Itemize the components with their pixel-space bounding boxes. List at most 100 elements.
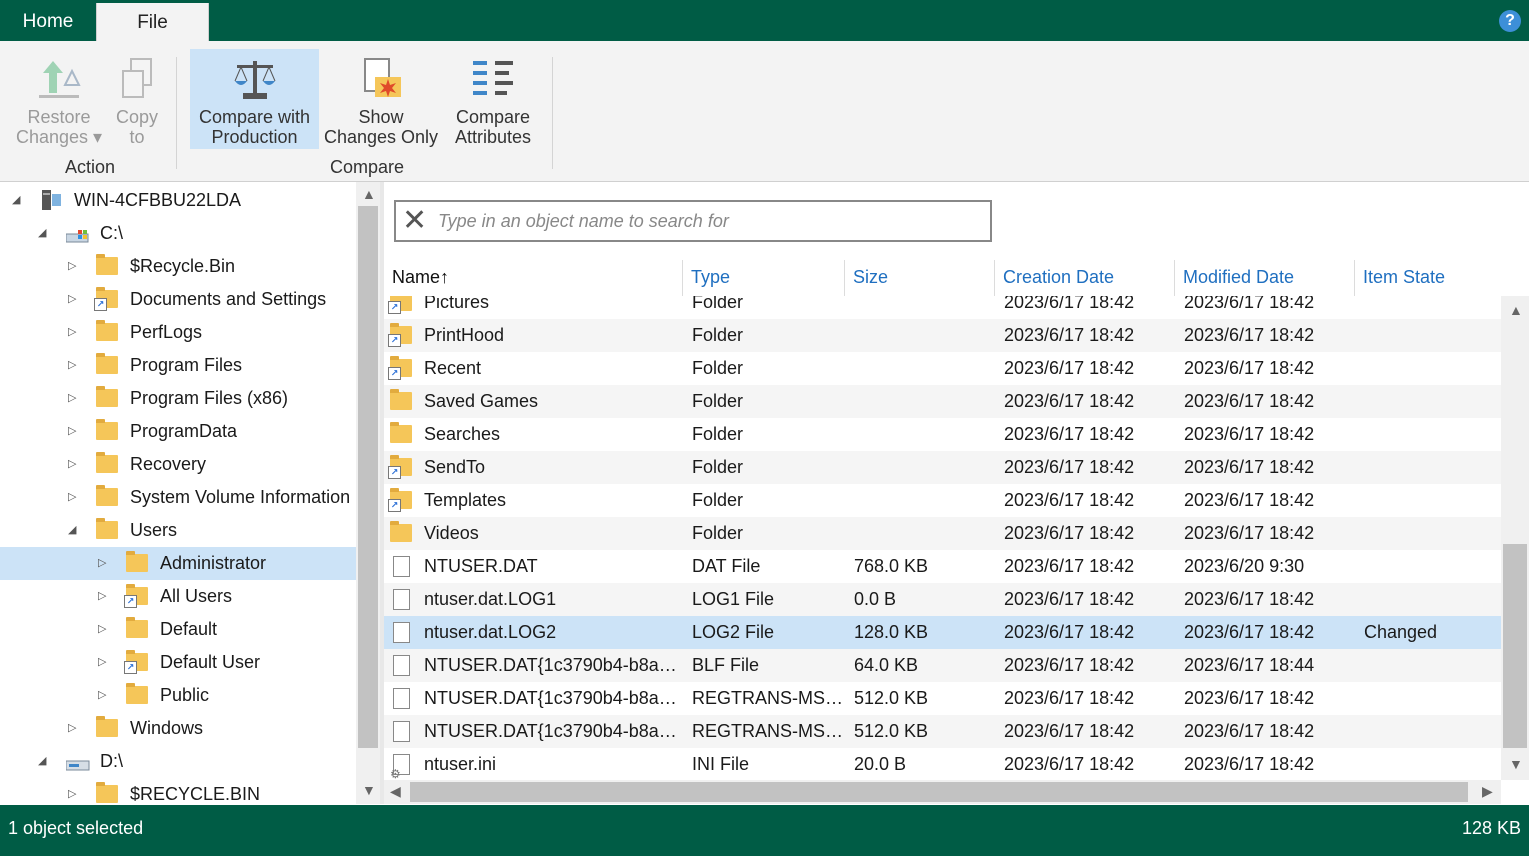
column-name[interactable]: Name↑ bbox=[384, 260, 682, 296]
expand-arrow-icon[interactable]: ▷ bbox=[68, 316, 80, 349]
list-hscroll-thumb[interactable] bbox=[410, 782, 1468, 802]
table-row[interactable]: Videos Folder 2023/6/17 18:42 2023/6/17 18:… bbox=[384, 517, 1501, 550]
cell-modified-date: 2023/6/17 18:42 bbox=[1184, 523, 1315, 543]
cell-creation-date: 2023/6/17 18:42 bbox=[1004, 589, 1135, 609]
expand-arrow-icon[interactable]: ▷ bbox=[68, 283, 80, 316]
scroll-down-icon[interactable]: ▼ bbox=[362, 782, 376, 798]
compare-with-production-button[interactable]: Compare with Production bbox=[190, 49, 319, 149]
table-row[interactable]: NTUSER.DAT{1c3790b4-b8ad-... REGTRANS-MS … bbox=[384, 715, 1501, 748]
cell-creation-date: 2023/6/17 18:42 bbox=[1004, 391, 1135, 411]
expand-arrow-icon[interactable]: ▷ bbox=[98, 679, 110, 712]
tree-item[interactable]: ▷ Program Files bbox=[0, 349, 356, 382]
expand-arrow-icon[interactable]: ▷ bbox=[68, 349, 80, 382]
expand-arrow-icon[interactable]: ▷ bbox=[68, 481, 80, 514]
show-changes-only-button[interactable]: Show Changes Only bbox=[321, 49, 441, 149]
scroll-up-icon[interactable]: ▲ bbox=[362, 186, 376, 202]
cell-creation-date: 2023/6/17 18:42 bbox=[1004, 358, 1135, 378]
tree-item[interactable]: ▷ ↗ All Users bbox=[0, 580, 356, 613]
expand-arrow-icon[interactable]: ▷ bbox=[98, 547, 110, 580]
tree-item[interactable]: ▷ System Volume Information bbox=[0, 481, 356, 514]
cell-creation-date: 2023/6/17 18:42 bbox=[1004, 523, 1135, 543]
tree-item[interactable]: ▷ Recovery bbox=[0, 448, 356, 481]
tree-item[interactable]: ◢ WIN-4CFBBU22LDA bbox=[0, 184, 356, 217]
collapse-arrow-icon[interactable]: ◢ bbox=[68, 514, 80, 547]
expand-arrow-icon[interactable]: ▷ bbox=[68, 778, 80, 804]
cell-name: Templates bbox=[424, 490, 507, 510]
help-icon[interactable]: ? bbox=[1499, 10, 1521, 32]
table-row[interactable]: Searches Folder 2023/6/17 18:42 2023/6/17 1… bbox=[384, 418, 1501, 451]
table-row[interactable]: ntuser.dat.LOG1 LOG1 File 0.0 B 2023/6/17 1… bbox=[384, 583, 1501, 616]
tree-item[interactable]: ◢ D:\ bbox=[0, 745, 356, 778]
title-bar: Home File ? bbox=[0, 0, 1529, 43]
scroll-right-icon[interactable]: ▶ bbox=[1482, 783, 1493, 800]
expand-arrow-icon[interactable]: ▷ bbox=[68, 415, 80, 448]
tree-item[interactable]: ▷ ↗ Default User bbox=[0, 646, 356, 679]
tree-item[interactable]: ▷ Default bbox=[0, 613, 356, 646]
table-row[interactable]: ↗ Recent Folder 2023/6/17 18:42 2023/6/17 18… bbox=[384, 352, 1501, 385]
table-row[interactable]: ↗ SendTo Folder 2023/6/17 18:42 2023/6/17 18… bbox=[384, 451, 1501, 484]
cell-name: NTUSER.DAT{1c3790b4-b8ad-... bbox=[424, 655, 680, 675]
column-modified-date[interactable]: Modified Date bbox=[1174, 260, 1354, 296]
restore-changes-button[interactable]: Restore Changes ▾ bbox=[12, 49, 106, 149]
expand-arrow-icon[interactable]: ▷ bbox=[98, 646, 110, 679]
copy-to-button[interactable]: Copy to bbox=[108, 49, 166, 149]
tree-item[interactable]: ▷ ProgramData bbox=[0, 415, 356, 448]
cell-size: 128.0 KB bbox=[854, 622, 929, 642]
tree-item[interactable]: ▷ Public bbox=[0, 679, 356, 712]
cell-creation-date: 2023/6/17 18:42 bbox=[1004, 556, 1135, 576]
tree-item-label: Windows bbox=[130, 718, 204, 738]
column-item-state[interactable]: Item State bbox=[1354, 260, 1501, 296]
scroll-down-icon[interactable]: ▼ bbox=[1509, 756, 1523, 772]
tree-item[interactable]: ▷ $Recycle.Bin bbox=[0, 250, 356, 283]
column-size[interactable]: Size bbox=[844, 260, 994, 296]
table-row[interactable]: ↗ Templates Folder 2023/6/17 18:42 2023/6/17… bbox=[384, 484, 1501, 517]
tree-item[interactable]: ▷ $RECYCLE.BIN bbox=[0, 778, 356, 804]
table-row[interactable]: NTUSER.DAT{1c3790b4-b8ad-... BLF File 64.0… bbox=[384, 649, 1501, 682]
cell-modified-date: 2023/6/17 18:42 bbox=[1184, 296, 1315, 312]
tree-scroll-thumb[interactable] bbox=[358, 206, 378, 748]
tree-item[interactable]: ▷ Windows bbox=[0, 712, 356, 745]
item-list: ↗ Pictures Folder 2023/6/17 18:42 2023/6/17 … bbox=[384, 296, 1501, 780]
list-scroll-thumb[interactable] bbox=[1503, 544, 1527, 748]
tree-scrollbar[interactable]: ▲ ▼ bbox=[356, 182, 380, 804]
expand-arrow-icon[interactable]: ▷ bbox=[98, 613, 110, 646]
table-row[interactable]: NTUSER.DAT{1c3790b4-b8ad-... REGTRANS-MS … bbox=[384, 682, 1501, 715]
list-horizontal-scrollbar[interactable]: ◀ ▶ bbox=[384, 780, 1501, 804]
table-row[interactable]: ↗ Pictures Folder 2023/6/17 18:42 2023/6/17 … bbox=[384, 296, 1501, 319]
column-type[interactable]: Type bbox=[682, 260, 844, 296]
collapse-arrow-icon[interactable]: ◢ bbox=[38, 217, 50, 250]
table-row[interactable]: ntuser.dat.LOG2 LOG2 File 128.0 KB 2023/6/1… bbox=[384, 616, 1501, 649]
tree-item[interactable]: ▷ Program Files (x86) bbox=[0, 382, 356, 415]
table-row[interactable]: NTUSER.DAT DAT File 768.0 KB 2023/6/17 18:4… bbox=[384, 550, 1501, 583]
attributes-icon bbox=[473, 61, 513, 95]
column-creation-date[interactable]: Creation Date bbox=[994, 260, 1174, 296]
table-row[interactable]: ↗ PrintHood Folder 2023/6/17 18:42 2023/6/17… bbox=[384, 319, 1501, 352]
search-input[interactable] bbox=[436, 206, 980, 236]
tree-item[interactable]: ▷ Administrator bbox=[0, 547, 356, 580]
tree-item[interactable]: ▷ PerfLogs bbox=[0, 316, 356, 349]
list-vertical-scrollbar[interactable]: ▲ ▼ bbox=[1501, 296, 1529, 780]
tab-home[interactable]: Home bbox=[0, 0, 96, 41]
table-row[interactable]: ⚙ ntuser.ini INI File 20.0 B 2023/6/17 18:42… bbox=[384, 748, 1501, 780]
table-row[interactable]: Saved Games Folder 2023/6/17 18:42 2023/6/1… bbox=[384, 385, 1501, 418]
shortcut-arrow-icon: ↗ bbox=[94, 298, 107, 311]
collapse-arrow-icon[interactable]: ◢ bbox=[12, 184, 24, 217]
cell-modified-date: 2023/6/17 18:42 bbox=[1184, 490, 1315, 510]
expand-arrow-icon[interactable]: ▷ bbox=[98, 580, 110, 613]
expand-arrow-icon[interactable]: ▷ bbox=[68, 250, 80, 283]
clear-search-icon[interactable]: ✕ bbox=[402, 204, 427, 238]
expand-arrow-icon[interactable]: ▷ bbox=[68, 712, 80, 745]
computer-icon bbox=[40, 190, 62, 210]
expand-arrow-icon[interactable]: ▷ bbox=[68, 448, 80, 481]
compare-attributes-button[interactable]: Compare Attributes bbox=[446, 49, 540, 149]
scroll-up-icon[interactable]: ▲ bbox=[1509, 302, 1523, 318]
tree-item[interactable]: ▷ ↗ Documents and Settings bbox=[0, 283, 356, 316]
expand-arrow-icon[interactable]: ▷ bbox=[68, 382, 80, 415]
tree-item[interactable]: ◢ Users bbox=[0, 514, 356, 547]
tree-item[interactable]: ◢ C:\ bbox=[0, 217, 356, 250]
tab-file[interactable]: File bbox=[96, 3, 209, 43]
scroll-left-icon[interactable]: ◀ bbox=[390, 783, 401, 800]
tree-item-label: All Users bbox=[160, 586, 233, 606]
collapse-arrow-icon[interactable]: ◢ bbox=[38, 745, 50, 778]
folder-icon bbox=[96, 782, 118, 803]
